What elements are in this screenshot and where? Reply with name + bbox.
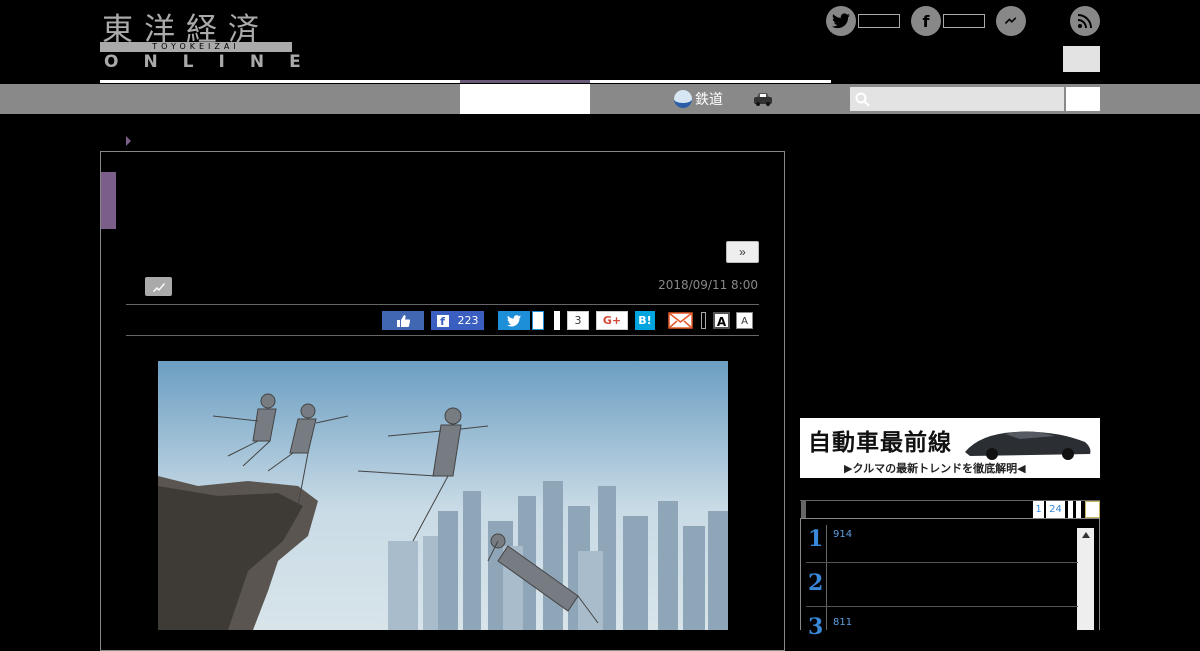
ranking-rank: 1 — [808, 526, 824, 552]
ranking-tab-24h[interactable]: 24 — [1046, 501, 1065, 518]
ranking-row-divider — [806, 562, 1078, 563]
nav-item-railway[interactable]: 鉄道 — [674, 84, 723, 114]
ranking-rank: 2 — [808, 570, 824, 596]
search-button[interactable] — [1066, 87, 1100, 111]
mail-icon[interactable] — [668, 312, 693, 329]
ranking-tab-archive[interactable] — [1085, 501, 1100, 518]
train-icon — [674, 90, 692, 108]
nav-item-label: 鉄道 — [695, 92, 723, 108]
twitter-follow-count — [858, 14, 900, 28]
pocket-count: 3 — [567, 311, 589, 330]
title-accent-bar — [101, 172, 116, 229]
share-bar-top-divider — [126, 304, 759, 305]
thumbs-up-icon — [396, 314, 410, 327]
print-button[interactable] — [701, 312, 706, 329]
ranking-scrollbar[interactable] — [1077, 528, 1094, 630]
google-plus-button[interactable]: G+ — [596, 311, 628, 330]
messenger-icon[interactable] — [996, 6, 1026, 36]
facebook-icon[interactable]: f — [911, 6, 941, 36]
rss-icon[interactable] — [1070, 6, 1100, 36]
nav-item-car[interactable] — [752, 84, 774, 114]
facebook-share-count: 223 — [457, 314, 479, 327]
search-icon — [855, 92, 870, 107]
sports-car-image — [965, 431, 1091, 460]
article-hero-image — [158, 361, 728, 630]
breadcrumb-arrow-icon — [126, 136, 131, 146]
author-icon[interactable] — [145, 277, 172, 296]
menu-button[interactable] — [1063, 46, 1100, 72]
twitter-icon — [507, 314, 521, 327]
rank-column-divider — [826, 525, 827, 630]
banner-title: 自動車最前線 — [808, 429, 952, 456]
ranking-count: 811 — [833, 617, 853, 628]
font-size-small-button[interactable]: A — [736, 312, 753, 329]
ranking-row-divider — [806, 606, 1078, 607]
car-feature-banner[interactable]: 自動車最前線 ▶クルマの最新トレンドを徹底解明◀ — [800, 418, 1100, 478]
search-input[interactable] — [850, 87, 1064, 111]
car-icon — [754, 93, 772, 106]
ranking-tab-week[interactable] — [1068, 501, 1073, 518]
hatena-bookmark-button[interactable]: B! — [635, 311, 655, 330]
ranking-tab-1h[interactable]: 1 — [1033, 501, 1044, 518]
banner-subtitle: ▶クルマの最新トレンドを徹底解明◀ — [844, 462, 1026, 475]
ranking-accent — [801, 500, 806, 518]
ranking-rank: 3 — [808, 614, 824, 640]
facebook-like-button[interactable] — [382, 311, 424, 330]
scroll-up-icon — [1081, 532, 1090, 538]
nav-top-accent — [460, 80, 590, 83]
facebook-icon: f — [436, 314, 449, 328]
facebook-like-count — [943, 14, 985, 28]
next-page-button[interactable]: » — [726, 241, 759, 263]
share-bar-bottom-divider — [126, 335, 759, 336]
ranking-count: 914 — [833, 529, 853, 540]
site-logo[interactable]: 東洋経済 TOYOKEIZAI ONLINE — [100, 6, 301, 72]
tweet-button[interactable] — [498, 311, 530, 330]
ranking-tab-month[interactable] — [1076, 501, 1081, 518]
article-date: 2018/09/11 8:00 — [658, 278, 758, 292]
tweet-count — [532, 311, 544, 330]
facebook-share-button[interactable]: f 223 — [431, 311, 484, 330]
logo-sub: TOYOKEIZAI — [100, 42, 292, 52]
font-size-large-button[interactable]: A — [713, 312, 730, 329]
logo-online: ONLINE — [104, 52, 326, 72]
twitter-icon[interactable] — [826, 6, 856, 36]
nav-tab-active[interactable] — [460, 84, 590, 114]
pocket-button[interactable] — [554, 311, 560, 330]
